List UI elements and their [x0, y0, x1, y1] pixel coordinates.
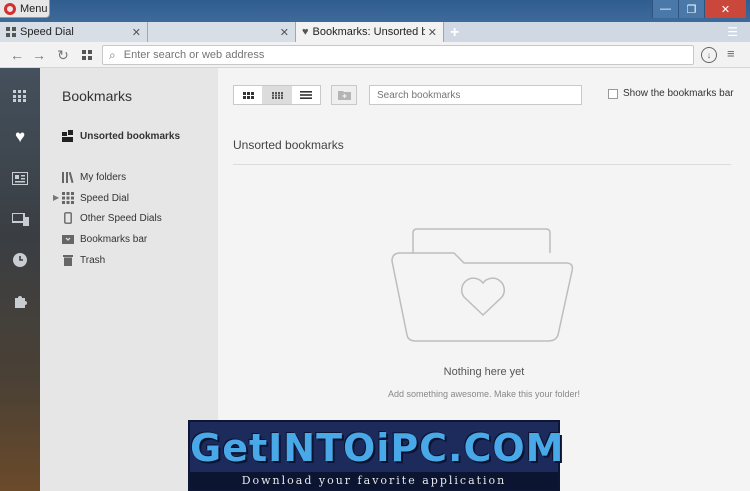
speed-dial-icon	[13, 90, 26, 102]
large-grid-icon	[242, 91, 254, 99]
nav-item-unsorted-bookmarks[interactable]: Unsorted bookmarks	[62, 128, 180, 144]
window-controls: — ❐ ✕	[652, 0, 746, 18]
tab-close-icon[interactable]: ✕	[428, 26, 437, 39]
minimize-button[interactable]: —	[652, 0, 678, 18]
bookmarks-search-input[interactable]	[369, 85, 582, 105]
tab-title: Speed Dial	[20, 26, 74, 38]
empty-state-subtitle: Add something awesome. Make this your fo…	[387, 389, 581, 399]
tab-strip: Speed Dial ✕ ✕ ♥ Bookmarks: Unsorted boo…	[0, 22, 750, 42]
view-large-grid-button[interactable]	[234, 86, 263, 104]
nav-item-trash[interactable]: Trash	[62, 252, 105, 268]
sidebar: ♥	[0, 68, 40, 491]
extensions-icon	[14, 295, 27, 308]
maximize-button[interactable]: ❐	[678, 0, 704, 18]
expand-caret-icon[interactable]: ▶	[53, 193, 59, 202]
divider	[233, 164, 731, 165]
sidebar-item-speed-dial[interactable]	[0, 76, 40, 116]
news-icon	[12, 171, 28, 185]
devices-icon	[11, 212, 29, 226]
address-input[interactable]	[123, 49, 624, 61]
phone-icon	[62, 212, 74, 224]
speed-dial-icon[interactable]	[78, 46, 96, 64]
sidebar-item-news[interactable]	[0, 158, 40, 198]
new-tab-button[interactable]: +	[450, 24, 459, 42]
tab-blank[interactable]: ✕	[148, 22, 296, 42]
nav-item-label: Trash	[80, 254, 106, 266]
nav-item-my-folders[interactable]: My folders	[62, 169, 126, 185]
heart-icon: ♥	[14, 127, 26, 146]
nav-item-speed-dial[interactable]: Speed Dial	[62, 190, 129, 206]
new-folder-button[interactable]	[331, 85, 357, 105]
show-bookmarks-bar-toggle[interactable]: Show the bookmarks bar	[608, 88, 734, 99]
sidebar-item-devices[interactable]	[0, 199, 40, 239]
show-bookmarks-bar-checkbox[interactable]	[608, 88, 618, 99]
tab-close-icon[interactable]: ✕	[280, 26, 289, 39]
small-grid-icon	[271, 91, 283, 99]
section-heading: Unsorted bookmarks	[233, 138, 344, 152]
watermark-banner: GetINTOiPC.COM Download your favorite ap…	[188, 420, 565, 491]
tab-menu-icon[interactable]: ☰	[727, 25, 738, 39]
opera-logo-icon	[4, 2, 16, 15]
tab-title: Bookmarks: Unsorted book	[312, 26, 425, 38]
search-icon: ⌕	[109, 47, 116, 62]
nav-item-label: Bookmarks bar	[80, 233, 148, 245]
back-arrow-icon[interactable]: ←	[8, 46, 26, 64]
show-bookmarks-bar-label: Show the bookmarks bar	[623, 88, 734, 99]
history-icon	[13, 253, 27, 267]
nav-item-label: Other Speed Dials	[80, 212, 162, 224]
easy-setup-icon[interactable]: ≡	[727, 46, 735, 61]
view-small-grid-button[interactable]	[263, 86, 292, 104]
forward-arrow-icon[interactable]: →	[30, 46, 48, 64]
reload-icon[interactable]: ↻	[54, 46, 72, 64]
menu-label: Menu	[20, 2, 48, 15]
sidebar-item-bookmarks[interactable]: ♥	[0, 117, 40, 157]
trash-icon	[62, 254, 74, 266]
download-icon[interactable]: ↓	[701, 47, 717, 63]
watermark-tagline: Download your favorite application	[190, 472, 558, 489]
tab-bookmarks[interactable]: ♥ Bookmarks: Unsorted book ✕	[296, 22, 444, 42]
address-toolbar: ← → ↻ ⌕ ↓ ≡	[0, 42, 750, 68]
new-folder-icon	[337, 91, 351, 100]
title-bar: Menu — ❐ ✕	[0, 0, 750, 22]
empty-folder-icon	[391, 228, 574, 342]
nav-item-other-speed-dials[interactable]: Other Speed Dials	[62, 210, 162, 226]
unsorted-icon	[62, 130, 74, 142]
speed-dial-icon	[6, 27, 16, 37]
view-mode-toggle	[233, 85, 321, 105]
empty-state-title: Nothing here yet	[443, 366, 525, 378]
opera-menu-button[interactable]: Menu	[0, 0, 50, 18]
nav-item-label: My folders	[80, 171, 127, 183]
heart-icon: ♥	[302, 26, 309, 38]
list-icon	[300, 91, 312, 99]
nav-item-bookmarks-bar[interactable]: Bookmarks bar	[62, 231, 147, 247]
close-window-button[interactable]: ✕	[704, 0, 746, 18]
tab-speed-dial[interactable]: Speed Dial ✕	[0, 22, 148, 42]
sidebar-item-history[interactable]	[0, 240, 40, 280]
speed-dial-grid-icon	[82, 50, 92, 60]
nav-item-label: Unsorted bookmarks	[80, 130, 181, 142]
nav-item-label: Speed Dial	[80, 192, 129, 204]
watermark-logo: GetINTOiPC.COM	[190, 426, 565, 470]
folders-icon	[62, 171, 74, 183]
tab-close-icon[interactable]: ✕	[132, 26, 141, 39]
address-field[interactable]: ⌕	[102, 45, 694, 65]
sidebar-item-extensions[interactable]	[0, 281, 40, 321]
speed-dial-icon	[62, 192, 74, 204]
view-list-button[interactable]	[292, 86, 320, 104]
bookmarks-title: Bookmarks	[62, 88, 133, 104]
bookmarks-bar-icon	[62, 233, 74, 245]
